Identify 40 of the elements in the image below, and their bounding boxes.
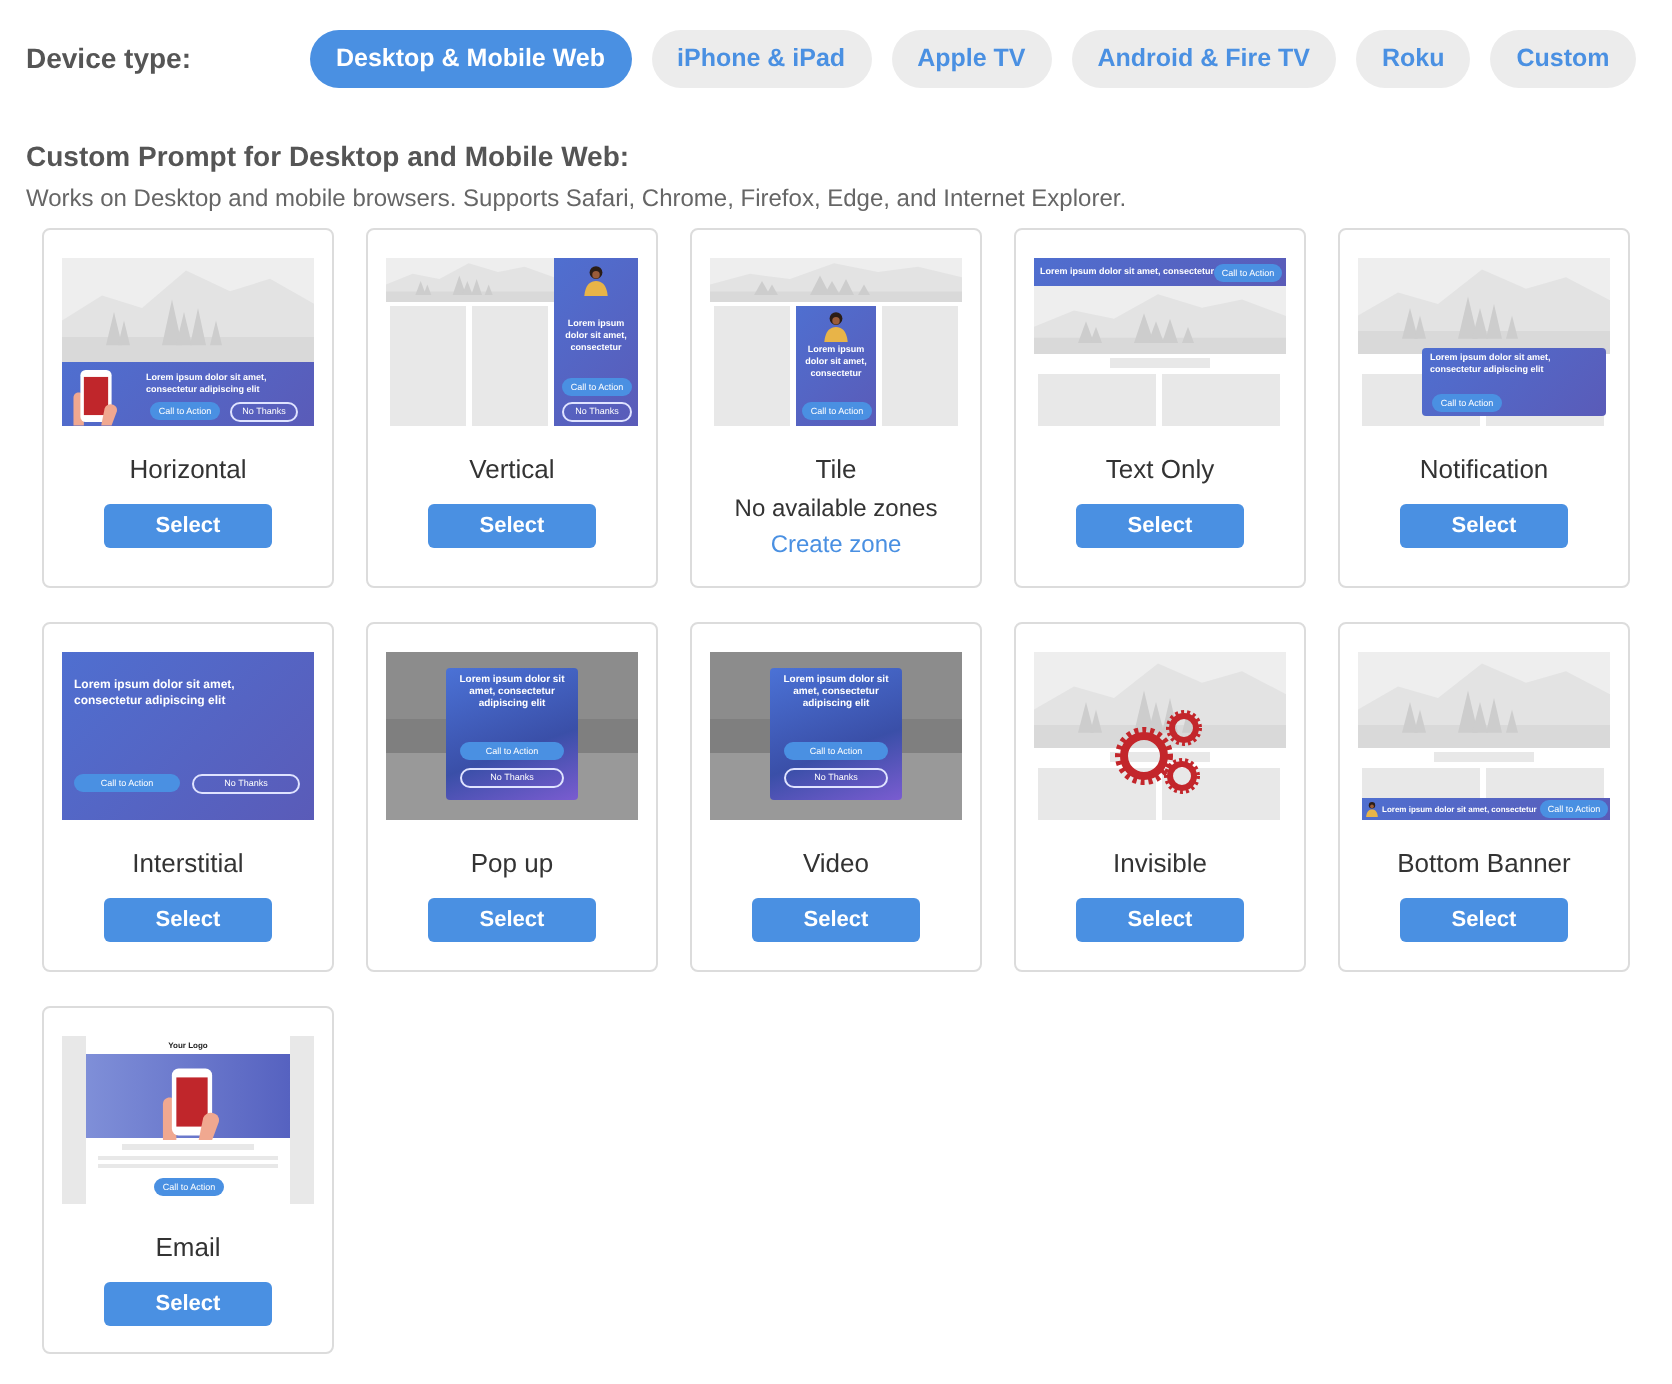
create-zone-link[interactable]: Create zone [770, 530, 902, 558]
person-icon [580, 264, 612, 296]
placeholder-block [1162, 768, 1280, 820]
select-button[interactable]: Select [104, 504, 272, 548]
select-button[interactable]: Select [1076, 504, 1244, 548]
template-name: Pop up [470, 848, 554, 878]
person-icon [820, 310, 852, 342]
section-description: Works on Desktop and mobile browsers. Supports Safari, Chrome, Firefox, Edge, and Internet Explorer. [26, 184, 1129, 212]
template-name: Bottom Banner [1397, 848, 1571, 878]
template-name: Interstitial [132, 848, 244, 878]
select-button[interactable]: Select [428, 898, 596, 942]
select-button[interactable]: Select [428, 504, 596, 548]
select-button[interactable]: Select [1400, 898, 1568, 942]
phone-in-hand-icon [70, 366, 122, 426]
template-name: Horizontal [129, 454, 247, 484]
placeholder-block [1038, 768, 1156, 820]
template-name: Notification [1419, 454, 1549, 484]
device-type-label: Device type: [26, 42, 193, 74]
template-name: Text Only [1105, 454, 1215, 484]
device-tab[interactable]: Apple TV [891, 29, 1052, 87]
template-name: Invisible [1113, 848, 1207, 878]
template-name: Vertical [469, 454, 555, 484]
section-title: Custom Prompt for Desktop and Mobile Web: [26, 140, 632, 172]
gears-icon [1114, 708, 1206, 800]
select-button[interactable]: Select [104, 1282, 272, 1326]
placeholder-block [1110, 752, 1210, 762]
person-icon [1364, 800, 1380, 818]
template-name: Video [802, 848, 869, 878]
template-name: Tile [815, 454, 857, 484]
device-tab[interactable]: Custom [1490, 29, 1636, 87]
select-button[interactable]: Select [104, 898, 272, 942]
device-tab[interactable]: Desktop & Mobile Web [310, 29, 632, 87]
device-tab[interactable]: Android & Fire TV [1071, 29, 1336, 87]
select-button[interactable]: Select [1076, 898, 1244, 942]
zone-status: No available zones [734, 494, 938, 522]
select-button[interactable]: Select [1400, 504, 1568, 548]
template-name: Email [155, 1232, 221, 1262]
select-button[interactable]: Select [752, 898, 920, 942]
device-tab[interactable]: iPhone & iPad [651, 29, 872, 87]
device-tab[interactable]: Roku [1355, 29, 1471, 87]
